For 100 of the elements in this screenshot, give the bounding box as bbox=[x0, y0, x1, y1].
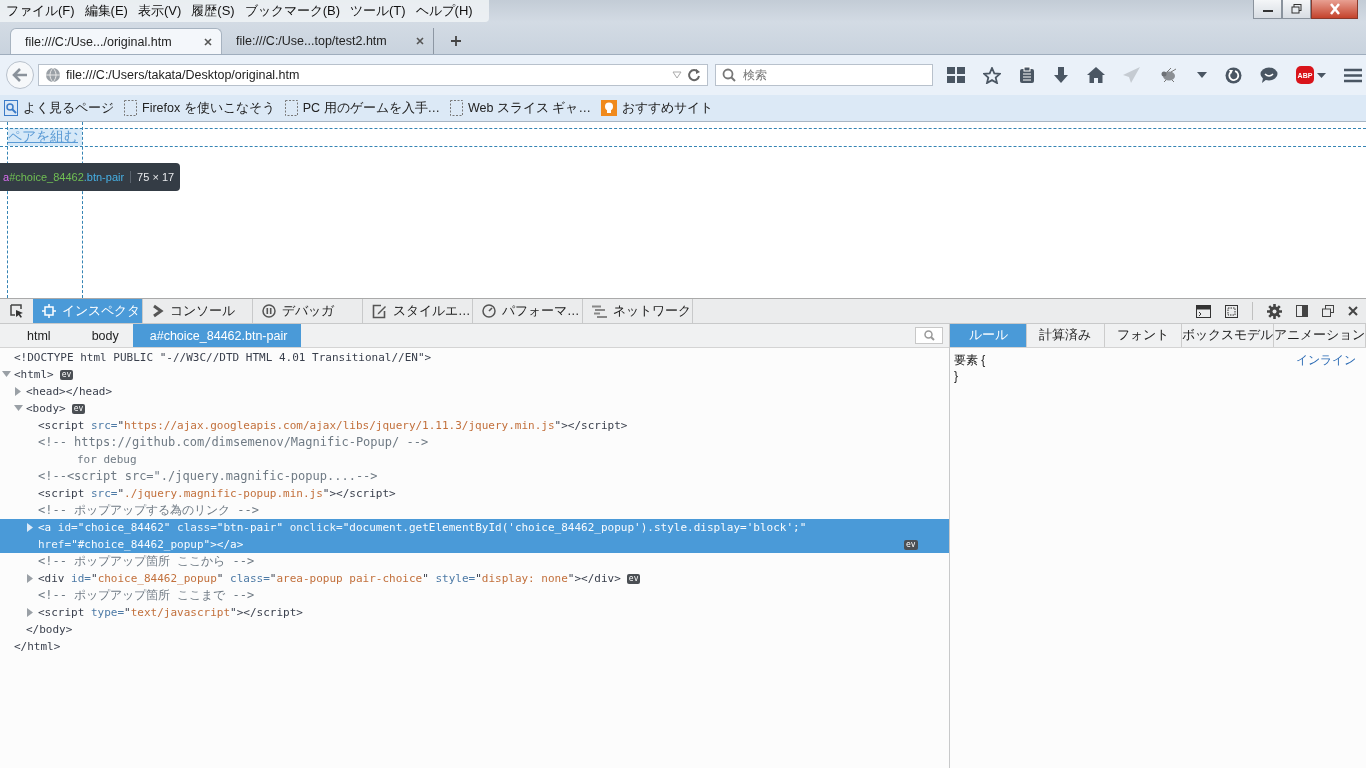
event-badge[interactable]: ev bbox=[626, 574, 641, 584]
edit-icon bbox=[372, 303, 387, 319]
page-icon bbox=[124, 100, 137, 116]
devtools-tab[interactable]: コンソール bbox=[143, 299, 253, 323]
bookmark-item[interactable]: よく見るページ bbox=[4, 99, 114, 117]
markup-row[interactable]: for debug bbox=[0, 451, 949, 468]
markup-code: <a id="choice_84462" class="btn-pair" onclick="document.getElementById('choice_84462_popup').style.display='block';" href="#choice_84462_popup"></a> bbox=[38, 520, 808, 553]
markup-row[interactable]: <div id="choice_84462_popup" class="area-popup pair-choice" style="display: none"></div> ev bbox=[0, 570, 949, 587]
markup-row[interactable]: <!-- https://github.com/dimsemenov/Magnific-Popup/ --> bbox=[0, 434, 949, 451]
markup-row[interactable]: <!-- ポップアップする為のリンク --> bbox=[0, 502, 949, 519]
devtools-tab[interactable]: デバッガ bbox=[253, 299, 363, 323]
minimize-button[interactable] bbox=[1253, 0, 1282, 19]
lightbulb-icon bbox=[600, 100, 617, 116]
undock-icon[interactable] bbox=[1322, 305, 1334, 317]
markup-row[interactable]: </body> bbox=[0, 621, 949, 638]
reload-icon[interactable] bbox=[687, 68, 701, 82]
menu-icon[interactable] bbox=[1344, 67, 1362, 83]
element-size: 75 × 17 bbox=[130, 171, 175, 183]
expanded-arrow-icon[interactable] bbox=[2, 370, 11, 379]
sidebar-tab[interactable]: ボックスモデル bbox=[1182, 324, 1274, 347]
menu-item[interactable]: ファイル(F) bbox=[6, 2, 81, 20]
markup-row[interactable]: <!--<script src="./jquery.magnific-popup....--> bbox=[0, 468, 949, 485]
markup-row[interactable]: <head></head> bbox=[0, 383, 949, 400]
markup-row[interactable]: <!-- ポップアップ箇所 ここまで --> bbox=[0, 587, 949, 604]
menu-item[interactable]: ツール(T) bbox=[350, 2, 412, 20]
event-badge[interactable]: ev bbox=[71, 404, 86, 414]
devtools-tab[interactable]: パフォーマ… bbox=[473, 299, 583, 323]
markup-comment: <!-- ポップアップ箇所 ここから --> bbox=[38, 553, 255, 570]
tab-title: file:///C:/Use...top/test2.htm bbox=[236, 34, 387, 48]
markup-comment: <!-- https://github.com/dimsemenov/Magnific-Popup/ --> bbox=[38, 434, 429, 451]
collapsed-arrow-icon[interactable] bbox=[14, 387, 23, 396]
home-icon[interactable] bbox=[1087, 67, 1105, 83]
breadcrumb[interactable]: body bbox=[64, 324, 133, 347]
close-button[interactable] bbox=[1311, 0, 1358, 19]
markup-code: </html> bbox=[14, 639, 61, 655]
markup-code: <body> bbox=[26, 401, 66, 417]
bookmark-item[interactable]: Web スライス ギャ… bbox=[450, 99, 591, 117]
markup-code: <html> bbox=[14, 367, 54, 383]
page-icon bbox=[450, 100, 464, 116]
close-icon[interactable] bbox=[1348, 306, 1358, 316]
sidebar-tab[interactable]: フォント bbox=[1104, 324, 1182, 347]
dock-side-icon[interactable] bbox=[1296, 305, 1308, 317]
chat-icon[interactable] bbox=[1260, 67, 1278, 83]
devtools-tab[interactable]: スタイルエ… bbox=[363, 299, 473, 323]
breadcrumb[interactable]: html bbox=[0, 324, 65, 347]
markup-row[interactable]: <a id="choice_84462" class="btn-pair" onclick="document.getElementById('choice_84462_popup').style.display='block';" href="#choice_84462_popup"></a> ev bbox=[0, 519, 949, 553]
menu-item[interactable]: 編集(E) bbox=[84, 2, 134, 20]
settings-icon[interactable] bbox=[1267, 303, 1282, 319]
menu-item[interactable]: ヘルプ(H) bbox=[415, 2, 479, 20]
search-button[interactable] bbox=[915, 327, 943, 344]
caret-icon[interactable] bbox=[1197, 72, 1207, 78]
markup-row[interactable]: <script type="text/javascript"></script> bbox=[0, 604, 949, 621]
back-button[interactable] bbox=[6, 61, 34, 89]
bookmark-item[interactable]: PC 用のゲームを入手… bbox=[284, 99, 441, 117]
markup-row[interactable]: <!-- ポップアップ箇所 ここから --> bbox=[0, 553, 949, 570]
element-picker-icon[interactable] bbox=[10, 304, 24, 318]
expanded-arrow-icon[interactable] bbox=[14, 404, 23, 413]
download-icon[interactable] bbox=[1053, 66, 1069, 84]
browser-tab[interactable]: file:///C:/Use.../original.htm bbox=[10, 28, 222, 54]
close-icon[interactable] bbox=[203, 36, 213, 47]
frame-icon[interactable] bbox=[1225, 304, 1238, 318]
markup-row[interactable]: <!DOCTYPE html PUBLIC "-//W3C//DTD HTML 4.01 Transitional//EN"> bbox=[0, 349, 949, 366]
rule-source-link[interactable]: インライン bbox=[1296, 352, 1356, 368]
new-tab-icon[interactable] bbox=[450, 35, 462, 47]
tab-title: file:///C:/Use.../original.htm bbox=[25, 34, 172, 49]
markup-row[interactable]: <body> ev bbox=[0, 400, 949, 417]
sidebar-tab[interactable]: アニメーション bbox=[1274, 324, 1366, 347]
browser-tab[interactable]: file:///C:/Use...top/test2.htm bbox=[222, 28, 434, 54]
sidebar-tab[interactable]: 計算済み bbox=[1027, 324, 1105, 347]
search-icon bbox=[923, 330, 935, 341]
menu-item[interactable]: 履歴(S) bbox=[191, 2, 241, 20]
gauge-icon bbox=[482, 304, 496, 318]
caret-icon bbox=[1317, 72, 1326, 78]
tiles-icon[interactable] bbox=[947, 67, 965, 83]
collapsed-arrow-icon[interactable] bbox=[26, 608, 35, 617]
markup-row[interactable]: </html> bbox=[0, 638, 949, 655]
bookmark-star-icon[interactable] bbox=[983, 66, 1001, 84]
inspector-icon bbox=[42, 304, 56, 318]
restore-button[interactable] bbox=[1282, 0, 1311, 19]
event-badge[interactable]: ev bbox=[904, 540, 918, 550]
bookmark-item[interactable]: Firefox を使いこなそう bbox=[124, 99, 275, 117]
search-field[interactable]: 検索 bbox=[715, 64, 933, 86]
markup-row[interactable]: <script src="https://ajax.googleapis.com/ajax/libs/jquery/1.11.3/jquery.min.js"></script> bbox=[0, 417, 949, 434]
markup-row[interactable]: <html> ev bbox=[0, 366, 949, 383]
waterfall-icon bbox=[592, 304, 607, 318]
element-selector: a#choice_84462.btn-pair bbox=[3, 171, 125, 183]
markup-row[interactable]: <script src="./jquery.magnific-popup.min.js"></script> bbox=[0, 485, 949, 502]
clipboard-icon[interactable] bbox=[1019, 66, 1035, 84]
event-badge[interactable]: ev bbox=[59, 370, 74, 380]
devtools-tab[interactable]: ネットワーク bbox=[583, 299, 693, 323]
close-icon[interactable] bbox=[415, 36, 425, 46]
collapsed-arrow-icon[interactable] bbox=[26, 574, 35, 583]
menu-item[interactable]: 表示(V) bbox=[137, 2, 188, 20]
bug-icon[interactable] bbox=[1159, 68, 1179, 82]
restore-icon bbox=[1290, 4, 1303, 14]
menu-item[interactable]: ブックマーク(B) bbox=[244, 2, 346, 20]
bookmark-item[interactable]: おすすめサイト bbox=[600, 99, 713, 117]
history-icon[interactable] bbox=[1225, 66, 1242, 84]
split-console-icon[interactable] bbox=[1196, 304, 1211, 318]
address-field[interactable]: file:///C:/Users/takata/Desktop/original.htm bbox=[38, 64, 708, 86]
